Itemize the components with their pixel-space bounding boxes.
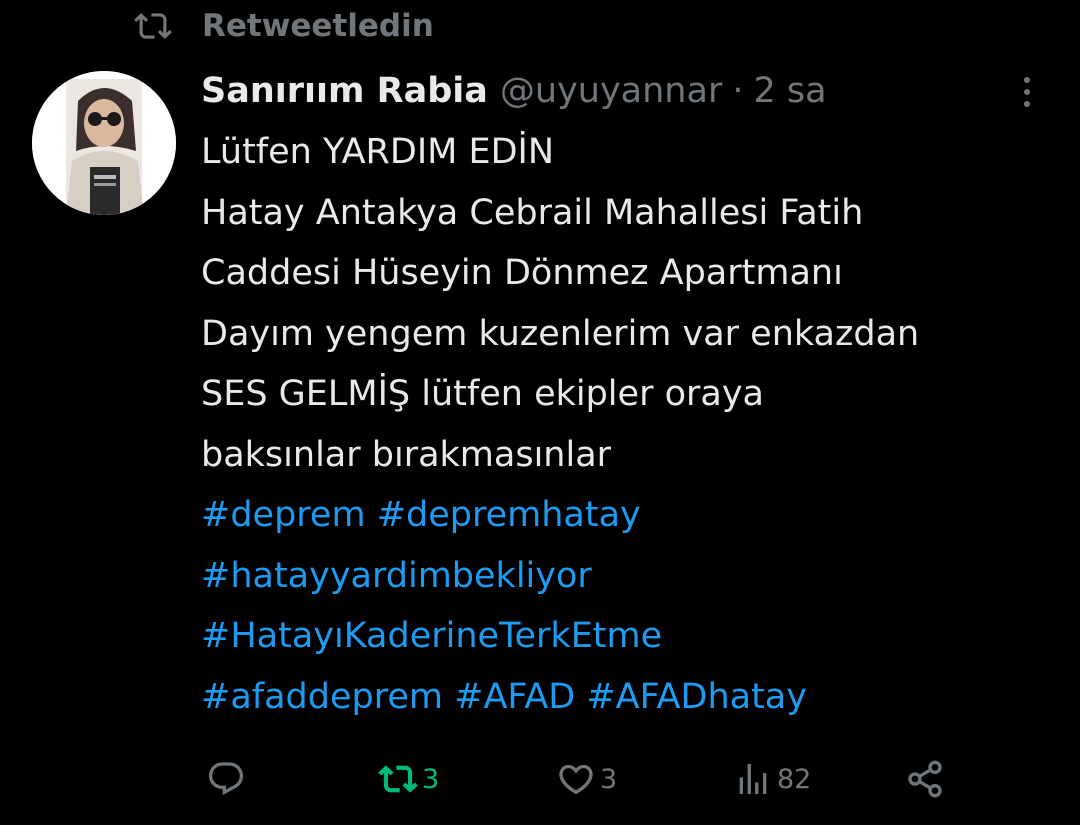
like-count: 3 [600,763,618,795]
hashtag-link[interactable]: #afaddeprem [201,677,443,717]
retweet-count: 3 [422,763,440,795]
tweet-text-line: Hatay Antakya Cebrail Mahallesi Fatih [201,192,864,233]
tweet-text-line: Caddesi Hüseyin Dönmez Apartmanı [201,253,843,293]
hashtag-link[interactable]: #depremhatay [377,495,641,535]
tweet-text: Lütfen YARDIM EDİN Hatay Antakya Cebrail… [201,122,1061,727]
more-icon-dot [1024,101,1030,107]
author-handle[interactable]: @uyuyannar [500,71,722,111]
hashtag-line: #HatayıKaderineTerkEtme [201,606,1061,667]
avatar[interactable] [32,71,176,215]
hashtag-link[interactable]: #AFAD [454,677,575,717]
hashtag-line: #deprem #depremhatay [201,485,1061,546]
retweet-icon [134,13,172,39]
tweet-text-line: SES GELMİŞ lütfen ekipler oraya [201,374,764,414]
tweet-text-line: baksınlar bırakmasınlar [201,434,612,475]
tweet-actions-bar: 3 3 82 [0,755,1080,803]
views-icon [739,764,767,794]
hashtag-link[interactable]: #deprem [201,495,366,535]
more-icon-dot [1024,77,1030,83]
more-options-button[interactable] [1012,72,1042,112]
retweet-banner-label: Retweetledin [202,8,434,44]
tweet-header: Sanırıım Rabia @uyuyannar · 2 sa [201,68,827,114]
author-name[interactable]: Sanırıım Rabia [201,71,488,111]
more-icon-dot [1024,89,1030,95]
tweet-text-line: Lütfen YARDIM EDİN [201,132,555,172]
reply-icon [208,762,244,796]
share-icon [908,760,942,798]
hashtag-line: #hatayyardimbekliyor [201,546,1061,607]
retweet-banner: Retweetledin [134,6,434,46]
views-count: 82 [777,763,812,795]
tweet-text-line: Dayım yengem kuzenlerim var enkazdan [201,313,920,354]
hashtag-link[interactable]: #AFADhatay [586,677,807,717]
retweet-button[interactable]: 3 [378,755,439,803]
share-button[interactable] [905,755,945,803]
avatar-photo [32,71,176,215]
separator-dot: · [732,71,744,111]
hashtag-link[interactable]: #hatayyardimbekliyor [201,556,592,596]
tweet-time[interactable]: 2 sa [753,71,826,111]
hashtag-link[interactable]: #HatayıKaderineTerkEtme [201,616,662,656]
reply-button[interactable] [206,755,246,803]
retweet-icon [378,765,418,793]
hashtag-line: #afaddeprem #AFAD #AFADhatay [201,667,1061,728]
views-button[interactable]: 82 [733,755,811,803]
like-button[interactable]: 3 [556,755,617,803]
heart-icon [559,764,593,795]
